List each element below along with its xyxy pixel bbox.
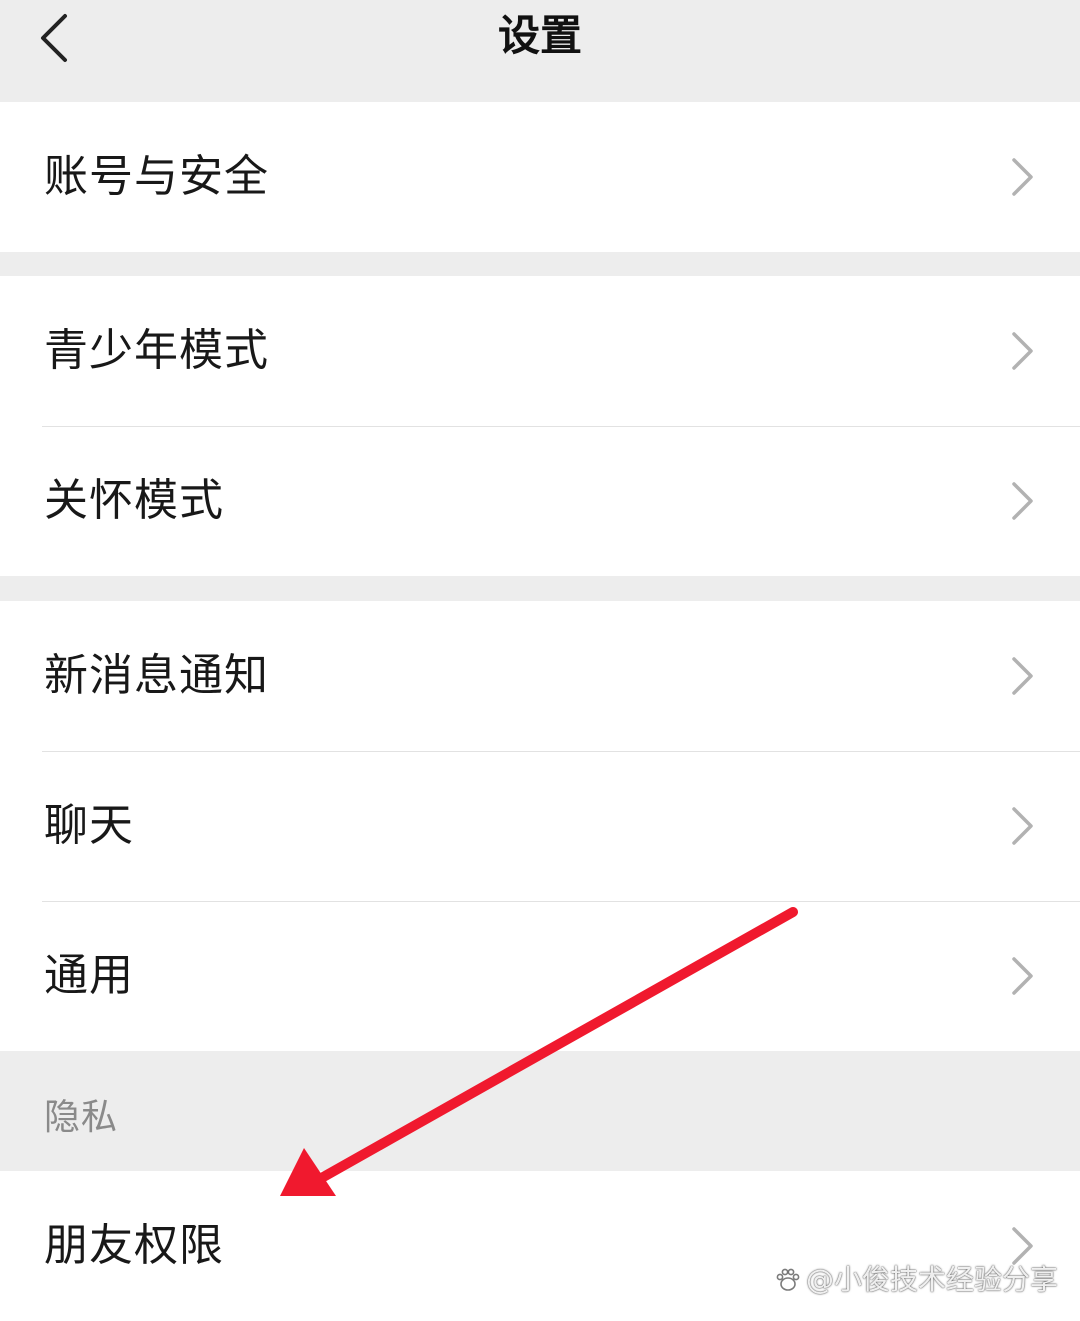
chevron-right-icon [1012, 957, 1033, 995]
settings-item-label: 聊天 [44, 800, 134, 851]
settings-item-label: 青少年模式 [44, 325, 269, 376]
settings-item-chat[interactable]: 聊天 [0, 751, 1080, 901]
settings-item-label: 新消息通知 [44, 650, 269, 701]
settings-item-care-mode[interactable]: 关怀模式 [0, 426, 1080, 576]
watermark: @小俊技术经验分享 [774, 1266, 1058, 1294]
settings-group-account: 账号与安全 [0, 102, 1080, 252]
settings-item-general[interactable]: 通用 [0, 901, 1080, 1051]
chevron-right-icon [1012, 1227, 1033, 1265]
settings-group-modes: 青少年模式 关怀模式 [0, 276, 1080, 576]
paw-logo-icon [776, 1268, 800, 1291]
settings-item-label: 通用 [44, 950, 134, 1001]
settings-item-teen-mode[interactable]: 青少年模式 [0, 276, 1080, 426]
settings-item-friend-permissions[interactable]: 朋友权限 [0, 1171, 1080, 1321]
chevron-right-icon [1012, 807, 1033, 845]
chevron-right-icon [1012, 482, 1033, 520]
chevron-right-icon [1012, 158, 1033, 196]
settings-group-privacy: 朋友权限 [0, 1171, 1080, 1321]
settings-group-general: 新消息通知 聊天 通用 [0, 601, 1080, 1051]
page-title: 设置 [497, 11, 582, 60]
settings-item-account-security[interactable]: 账号与安全 [0, 102, 1080, 252]
settings-item-label: 朋友权限 [44, 1220, 224, 1271]
settings-item-label: 账号与安全 [44, 151, 269, 202]
settings-item-label: 关怀模式 [44, 475, 224, 526]
nav-bar: 设置 [0, 0, 1080, 100]
settings-item-notifications[interactable]: 新消息通知 [0, 601, 1080, 751]
chevron-right-icon [1012, 657, 1033, 695]
chevron-right-icon [1012, 332, 1033, 370]
watermark-text: @小俊技术经验分享 [805, 1263, 1058, 1296]
section-header-privacy: 隐私 [44, 1097, 119, 1138]
